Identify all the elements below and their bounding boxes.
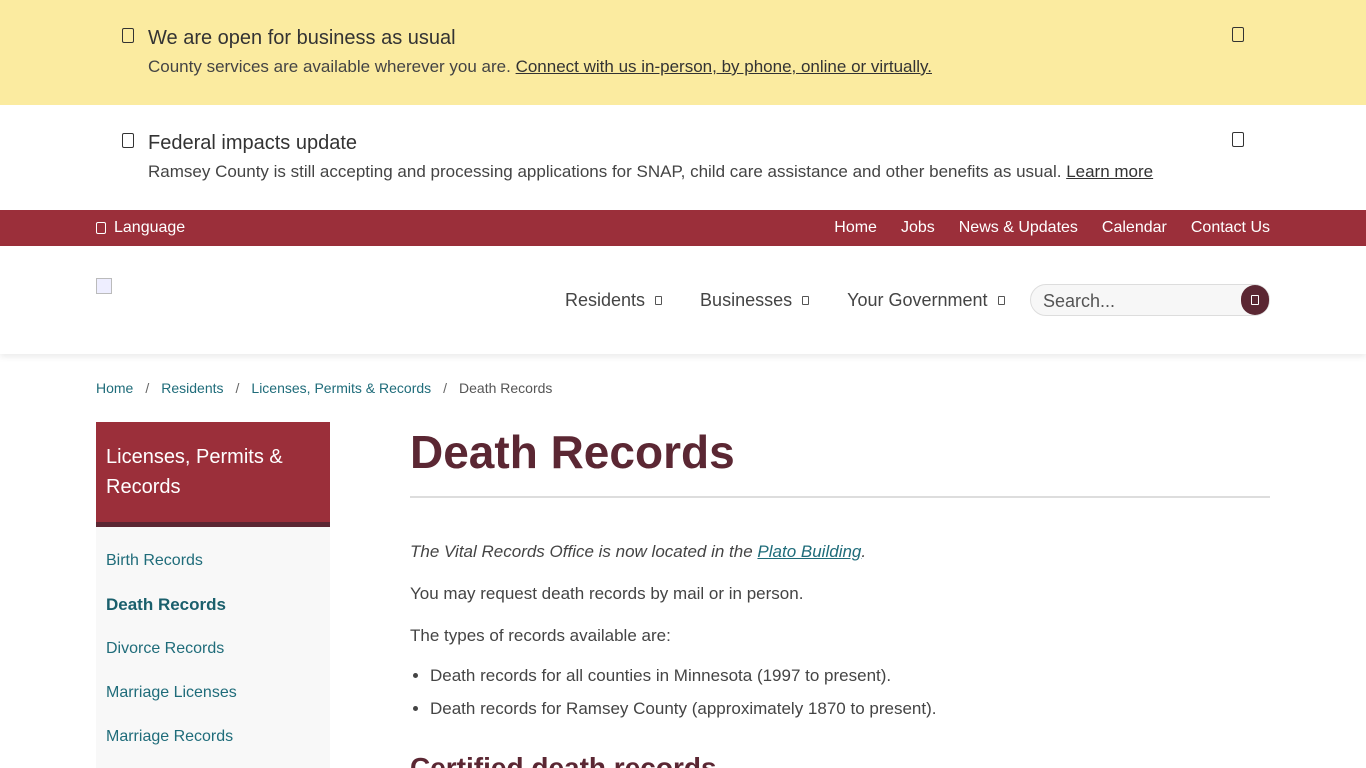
sidebar-item-marriage-records[interactable]: Marriage Records bbox=[96, 715, 330, 759]
utility-link-jobs[interactable]: Jobs bbox=[901, 219, 935, 237]
alert-link-connect[interactable]: Connect with us in-person, by phone, onl… bbox=[516, 57, 932, 76]
list-item: Death records for Ramsey County (approxi… bbox=[430, 699, 1270, 719]
search-icon bbox=[1251, 295, 1259, 305]
alert-text: County services are available wherever y… bbox=[148, 57, 516, 76]
records-list: Death records for all counties in Minnes… bbox=[430, 666, 1270, 719]
utility-bar: Language Home Jobs News & Updates Calend… bbox=[0, 210, 1366, 246]
search-box bbox=[1030, 284, 1270, 316]
chevron-down-icon bbox=[655, 296, 663, 305]
breadcrumb-current: Death Records bbox=[459, 380, 553, 396]
nav-item-businesses[interactable]: Businesses bbox=[700, 290, 810, 311]
nav-item-your-government[interactable]: Your Government bbox=[847, 290, 1005, 311]
nav-label: Your Government bbox=[847, 290, 988, 310]
request-paragraph: You may request death records by mail or… bbox=[410, 584, 804, 603]
close-icon[interactable] bbox=[1232, 132, 1244, 147]
breadcrumb-separator: / bbox=[235, 380, 240, 396]
page-title: Death Records bbox=[410, 422, 1270, 498]
list-item: Death records for all counties in Minnes… bbox=[430, 666, 1270, 686]
breadcrumb-separator: / bbox=[443, 380, 448, 396]
alert-link-learn-more[interactable]: Learn more bbox=[1066, 162, 1153, 181]
breadcrumb-licenses[interactable]: Licenses, Permits & Records bbox=[251, 380, 431, 396]
alert-text: Ramsey County is still accepting and pro… bbox=[148, 162, 1067, 181]
chevron-down-icon bbox=[997, 296, 1005, 305]
alert-federal-impacts: Federal impacts update Ramsey County is … bbox=[0, 105, 1366, 210]
utility-link-news[interactable]: News & Updates bbox=[959, 219, 1078, 237]
search-input[interactable] bbox=[1043, 289, 1243, 313]
globe-icon bbox=[96, 222, 106, 234]
plato-building-link[interactable]: Plato Building bbox=[757, 542, 861, 561]
section-heading: Certified death records bbox=[410, 752, 717, 768]
main-nav: Residents Businesses Your Government bbox=[565, 290, 1043, 311]
alert-title: We are open for business as usual bbox=[148, 27, 456, 49]
sidebar-item-marriage-licenses[interactable]: Marriage Licenses bbox=[96, 671, 330, 715]
sidebar-item-death-records[interactable]: Death Records bbox=[96, 583, 330, 627]
alert-body: Ramsey County is still accepting and pro… bbox=[148, 162, 1153, 182]
utility-link-calendar[interactable]: Calendar bbox=[1102, 219, 1167, 237]
intro-suffix: . bbox=[861, 542, 867, 561]
close-icon[interactable] bbox=[1232, 27, 1244, 42]
breadcrumb-residents[interactable]: Residents bbox=[161, 380, 223, 396]
site-header: Residents Businesses Your Government bbox=[0, 246, 1366, 354]
site-logo[interactable] bbox=[96, 278, 112, 294]
alert-business-open: We are open for business as usual County… bbox=[0, 0, 1366, 105]
sidebar-item-divorce-records[interactable]: Divorce Records bbox=[96, 627, 330, 671]
breadcrumb-home[interactable]: Home bbox=[96, 380, 133, 396]
breadcrumb-separator: / bbox=[145, 380, 150, 396]
nav-label: Businesses bbox=[700, 290, 793, 310]
alert-title: Federal impacts update bbox=[148, 132, 358, 154]
sidebar-heading[interactable]: Licenses, Permits & Records bbox=[96, 422, 330, 527]
language-selector[interactable]: Language bbox=[96, 219, 185, 237]
alert-body: County services are available wherever y… bbox=[148, 57, 932, 77]
intro-prefix: The Vital Records Office is now located … bbox=[410, 542, 758, 561]
nav-item-residents[interactable]: Residents bbox=[565, 290, 663, 311]
utility-link-contact[interactable]: Contact Us bbox=[1191, 219, 1270, 237]
sidebar-list: Birth Records Death Records Divorce Reco… bbox=[96, 539, 330, 759]
info-icon bbox=[122, 133, 134, 148]
types-paragraph: The types of records available are: bbox=[410, 626, 671, 645]
utility-links: Home Jobs News & Updates Calendar Contac… bbox=[834, 219, 1270, 237]
main-content: Death Records The Vital Records Office i… bbox=[410, 422, 1270, 768]
utility-link-home[interactable]: Home bbox=[834, 219, 877, 237]
info-icon bbox=[122, 28, 134, 43]
chevron-down-icon bbox=[802, 296, 810, 305]
section-sidebar: Licenses, Permits & Records Birth Record… bbox=[96, 422, 330, 768]
nav-label: Residents bbox=[565, 290, 646, 310]
intro-text: The Vital Records Office is now located … bbox=[410, 542, 1270, 562]
sidebar-item-birth-records[interactable]: Birth Records bbox=[96, 539, 330, 583]
breadcrumb: Home / Residents / Licenses, Permits & R… bbox=[96, 380, 552, 396]
language-label: Language bbox=[114, 219, 186, 236]
search-button[interactable] bbox=[1241, 285, 1269, 315]
